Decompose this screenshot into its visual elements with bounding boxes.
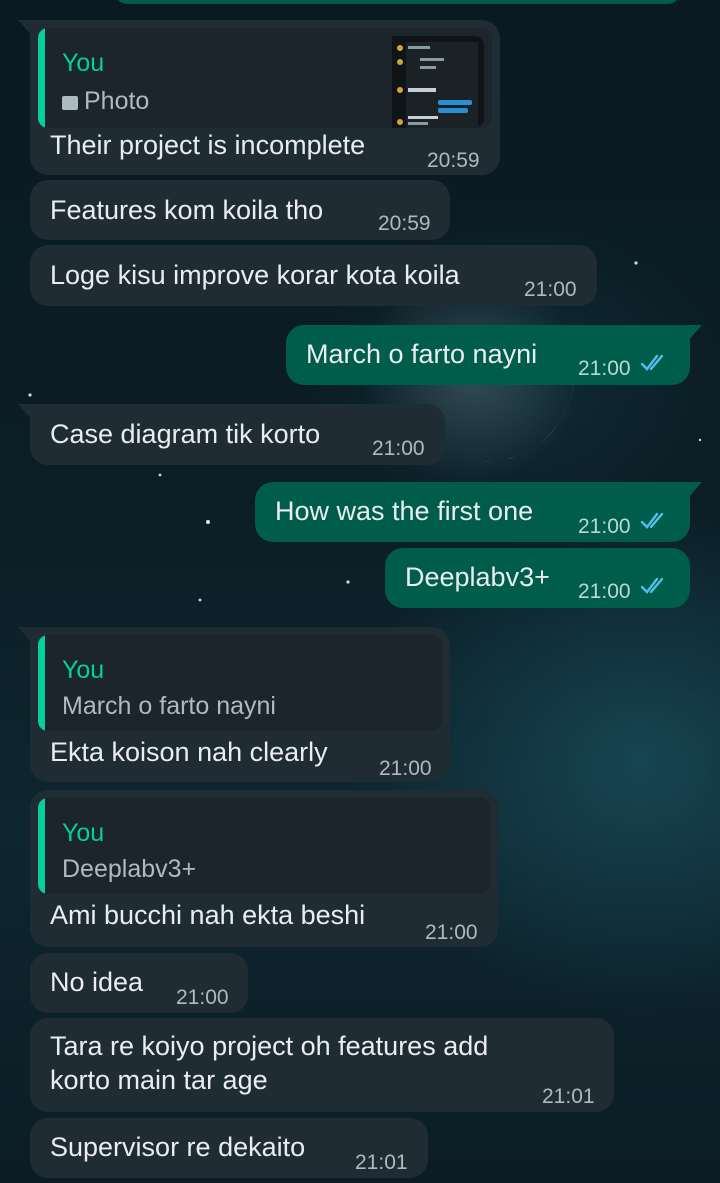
message-text: Their project is incomplete <box>50 130 366 160</box>
message-time: 21:00 <box>425 921 478 944</box>
reply-quote[interactable]: You Photo <box>38 28 492 128</box>
message-bubble[interactable]: You Deeplabv3+ Ami bucchi nah ekta beshi… <box>30 790 498 947</box>
reply-quote[interactable]: You Deeplabv3+ <box>38 798 490 894</box>
message-time: 21:00 <box>578 357 631 380</box>
message-bubble[interactable]: Supervisor re dekaito 21:01 <box>30 1118 428 1178</box>
message-time: 21:00 <box>578 515 631 538</box>
message-bubble[interactable]: Features kom koila tho 20:59 <box>30 180 450 240</box>
message-text: Ekta koison nah clearly <box>50 737 328 767</box>
message-bubble[interactable]: Tara re koiyo project oh features add ko… <box>30 1018 614 1112</box>
message-text: Features kom koila tho <box>50 195 324 225</box>
message-bubble[interactable]: Deeplabv3+ 21:00 <box>385 548 690 608</box>
message-bubble[interactable]: No idea 21:00 <box>30 953 248 1013</box>
message-text: No idea <box>50 967 144 997</box>
message-time: 20:59 <box>427 149 480 172</box>
quote-text: Photo <box>84 87 150 115</box>
message-time: 20:59 <box>378 212 431 235</box>
reply-quote[interactable]: You March o farto nayni <box>38 635 442 731</box>
message-time: 21:00 <box>176 986 229 1009</box>
read-receipt-icon <box>640 354 664 371</box>
message-text: March o farto nayni <box>306 339 538 369</box>
quote-author: You <box>62 656 105 684</box>
quote-text: Deeplabv3+ <box>62 855 197 883</box>
read-receipt-icon <box>640 512 664 529</box>
photo-icon <box>62 96 78 110</box>
read-receipt-icon <box>640 577 664 594</box>
message-text: How was the first one <box>275 496 534 526</box>
message-time: 21:00 <box>578 580 631 603</box>
previous-outgoing-bubble-edge <box>115 0 680 4</box>
message-text: Ami bucchi nah ekta beshi <box>50 900 366 930</box>
message-text: Case diagram tik korto <box>50 419 321 449</box>
message-text: Deeplabv3+ <box>405 562 550 592</box>
message-text-line-1: Tara re koiyo project oh features add <box>50 1031 489 1061</box>
message-text: Supervisor re dekaito <box>50 1132 306 1162</box>
message-bubble[interactable]: How was the first one 21:00 <box>255 482 702 542</box>
quote-author: You <box>62 49 105 77</box>
quote-text: March o farto nayni <box>62 692 276 720</box>
message-bubble[interactable]: Loge kisu improve korar kota koila 21:00 <box>30 245 597 306</box>
photo-thumbnail <box>392 36 484 128</box>
message-time: 21:00 <box>379 757 432 780</box>
quote-author: You <box>62 819 105 847</box>
message-time: 21:00 <box>372 437 425 460</box>
message-bubble[interactable]: You Photo Their project is incomplete 20… <box>18 20 500 175</box>
message-time: 21:01 <box>355 1151 408 1174</box>
message-bubble[interactable]: Case diagram tik korto 21:00 <box>18 404 445 465</box>
message-text-line-2: korto main tar age <box>50 1065 268 1095</box>
message-bubble[interactable]: March o farto nayni 21:00 <box>286 325 702 385</box>
message-time: 21:01 <box>542 1085 595 1108</box>
message-time: 21:00 <box>524 278 577 301</box>
message-text: Loge kisu improve korar kota koila <box>50 260 460 290</box>
message-bubble[interactable]: You March o farto nayni Ekta koison nah … <box>18 627 450 782</box>
